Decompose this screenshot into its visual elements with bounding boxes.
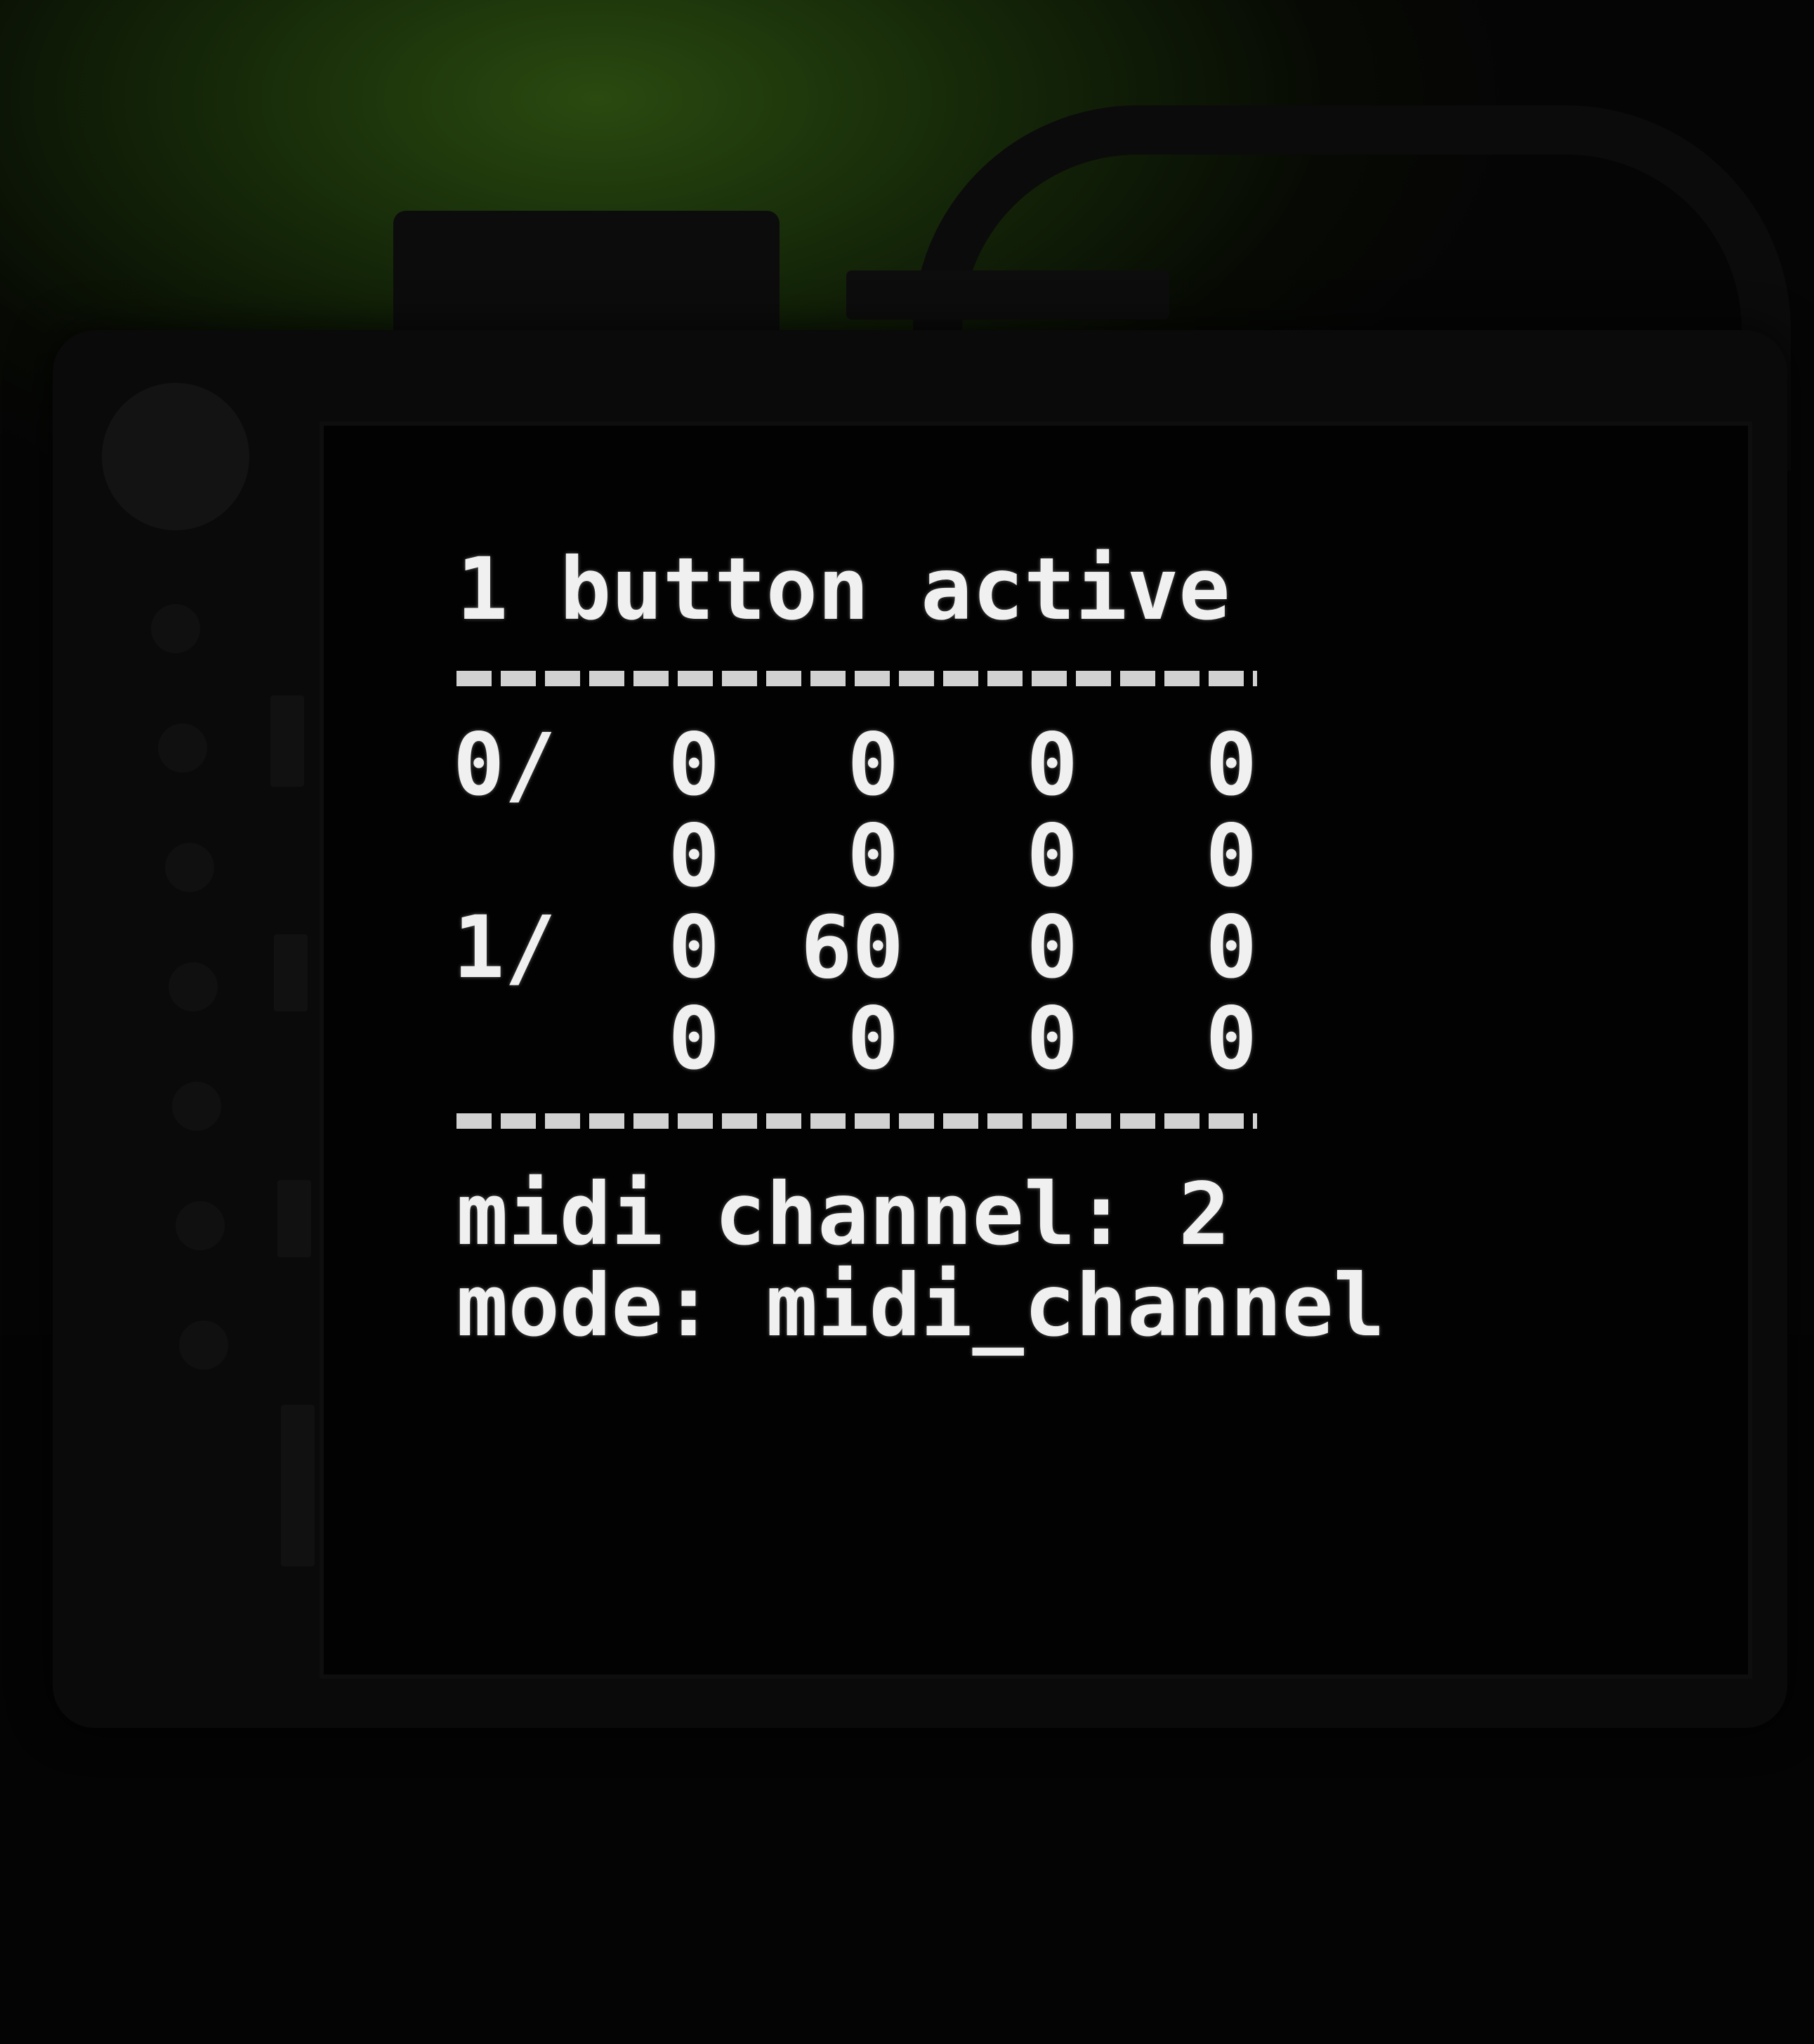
grid-value: 0	[847, 806, 899, 906]
bottom-divider	[456, 1113, 1257, 1129]
header-pin	[165, 843, 214, 892]
header-pin	[169, 962, 218, 1011]
grid-row-1: 0 0 0 0	[453, 811, 1268, 901]
grid-value: 0	[668, 989, 720, 1089]
grid-value: 0	[1026, 898, 1078, 997]
header-pin	[176, 1201, 225, 1250]
grid-value: 0	[668, 806, 720, 906]
grid-value: 0	[1026, 715, 1078, 815]
grid-value: 0	[1026, 806, 1078, 906]
grid-value: 0	[1026, 989, 1078, 1089]
grid-value: 0	[1205, 989, 1257, 1089]
midi-channel-line: midi channel: 2	[456, 1165, 1230, 1264]
grid-value: 0	[1205, 806, 1257, 906]
grid-row-2: 1/ 0 60 0 0	[453, 903, 1268, 992]
grid-value: 0	[668, 715, 720, 815]
grid-row-0: 0/ 0 0 0 0	[453, 720, 1268, 810]
grid-row-3: 0 0 0 0	[453, 994, 1268, 1084]
silkscreen-mark	[281, 1405, 315, 1566]
row-label: 0/	[453, 715, 556, 815]
grid-value: 0	[847, 715, 899, 815]
grid-value: 0	[847, 989, 899, 1089]
grid-value: 0	[1205, 715, 1257, 815]
silkscreen-mark	[274, 934, 308, 1011]
silkscreen-mark	[277, 1180, 311, 1257]
header-pin	[172, 1082, 221, 1131]
status-line: 1 button active	[456, 539, 1230, 639]
header-pin	[179, 1321, 228, 1370]
grid-value: 0	[1205, 898, 1257, 997]
grid-value: 60	[801, 898, 904, 997]
grid-value: 0	[668, 898, 720, 997]
mount-hole	[102, 383, 249, 530]
top-divider	[456, 671, 1257, 686]
photo-scene: 1 button active 0/ 0 0 0 0 0 0 0 0 1/ 0 …	[0, 0, 1814, 2044]
header-pin	[158, 723, 207, 773]
mode-line: mode: midi_channel	[456, 1256, 1386, 1356]
header-pin	[151, 604, 200, 653]
row-label: 1/	[453, 898, 556, 997]
silkscreen-mark	[270, 695, 304, 787]
connector-tab	[846, 270, 1169, 320]
